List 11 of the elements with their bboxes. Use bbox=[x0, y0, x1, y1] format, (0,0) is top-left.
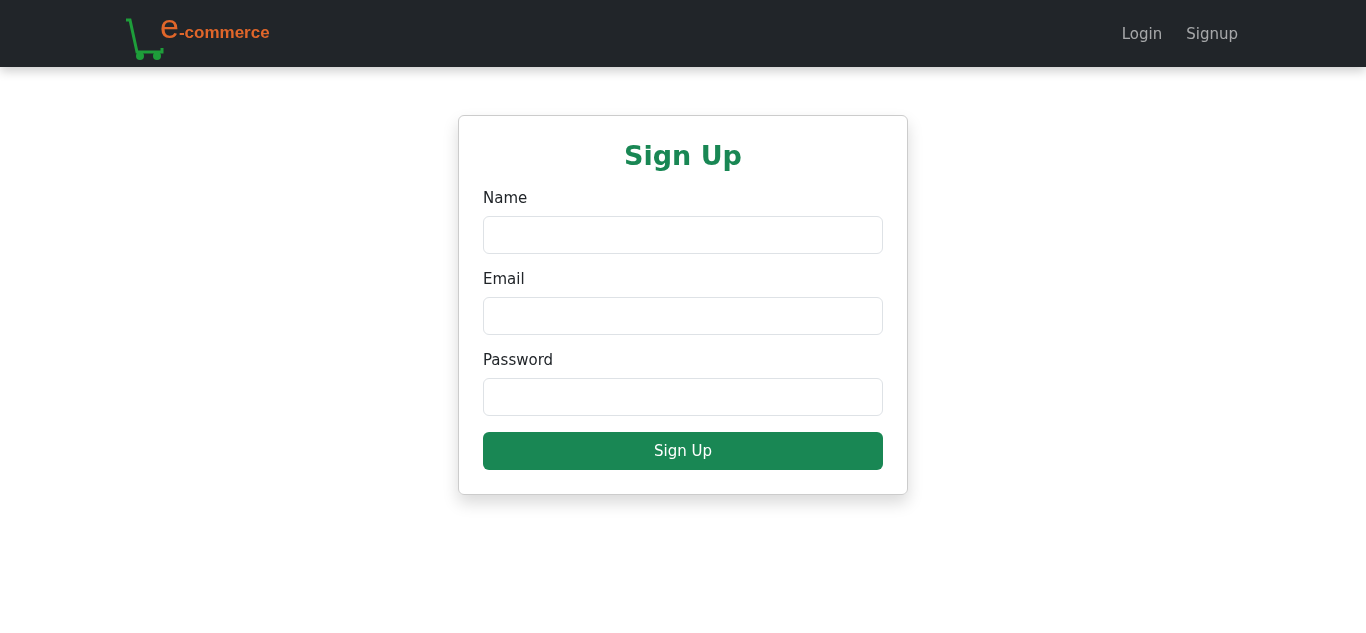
input-field[interactable] bbox=[483, 297, 883, 335]
field-label: Password bbox=[483, 351, 554, 369]
field-label: Name bbox=[483, 189, 528, 207]
input-field[interactable] bbox=[483, 216, 883, 254]
field-label: Email bbox=[483, 270, 525, 288]
nav-link[interactable]: Login bbox=[1113, 16, 1171, 51]
input-field[interactable] bbox=[483, 378, 883, 416]
signup-button[interactable]: Sign Up bbox=[483, 432, 883, 470]
form-title: Sign Up bbox=[623, 140, 743, 171]
logo-text[interactable]: e-commerce bbox=[160, 7, 270, 46]
nav-link[interactable]: Signup bbox=[1178, 16, 1246, 51]
